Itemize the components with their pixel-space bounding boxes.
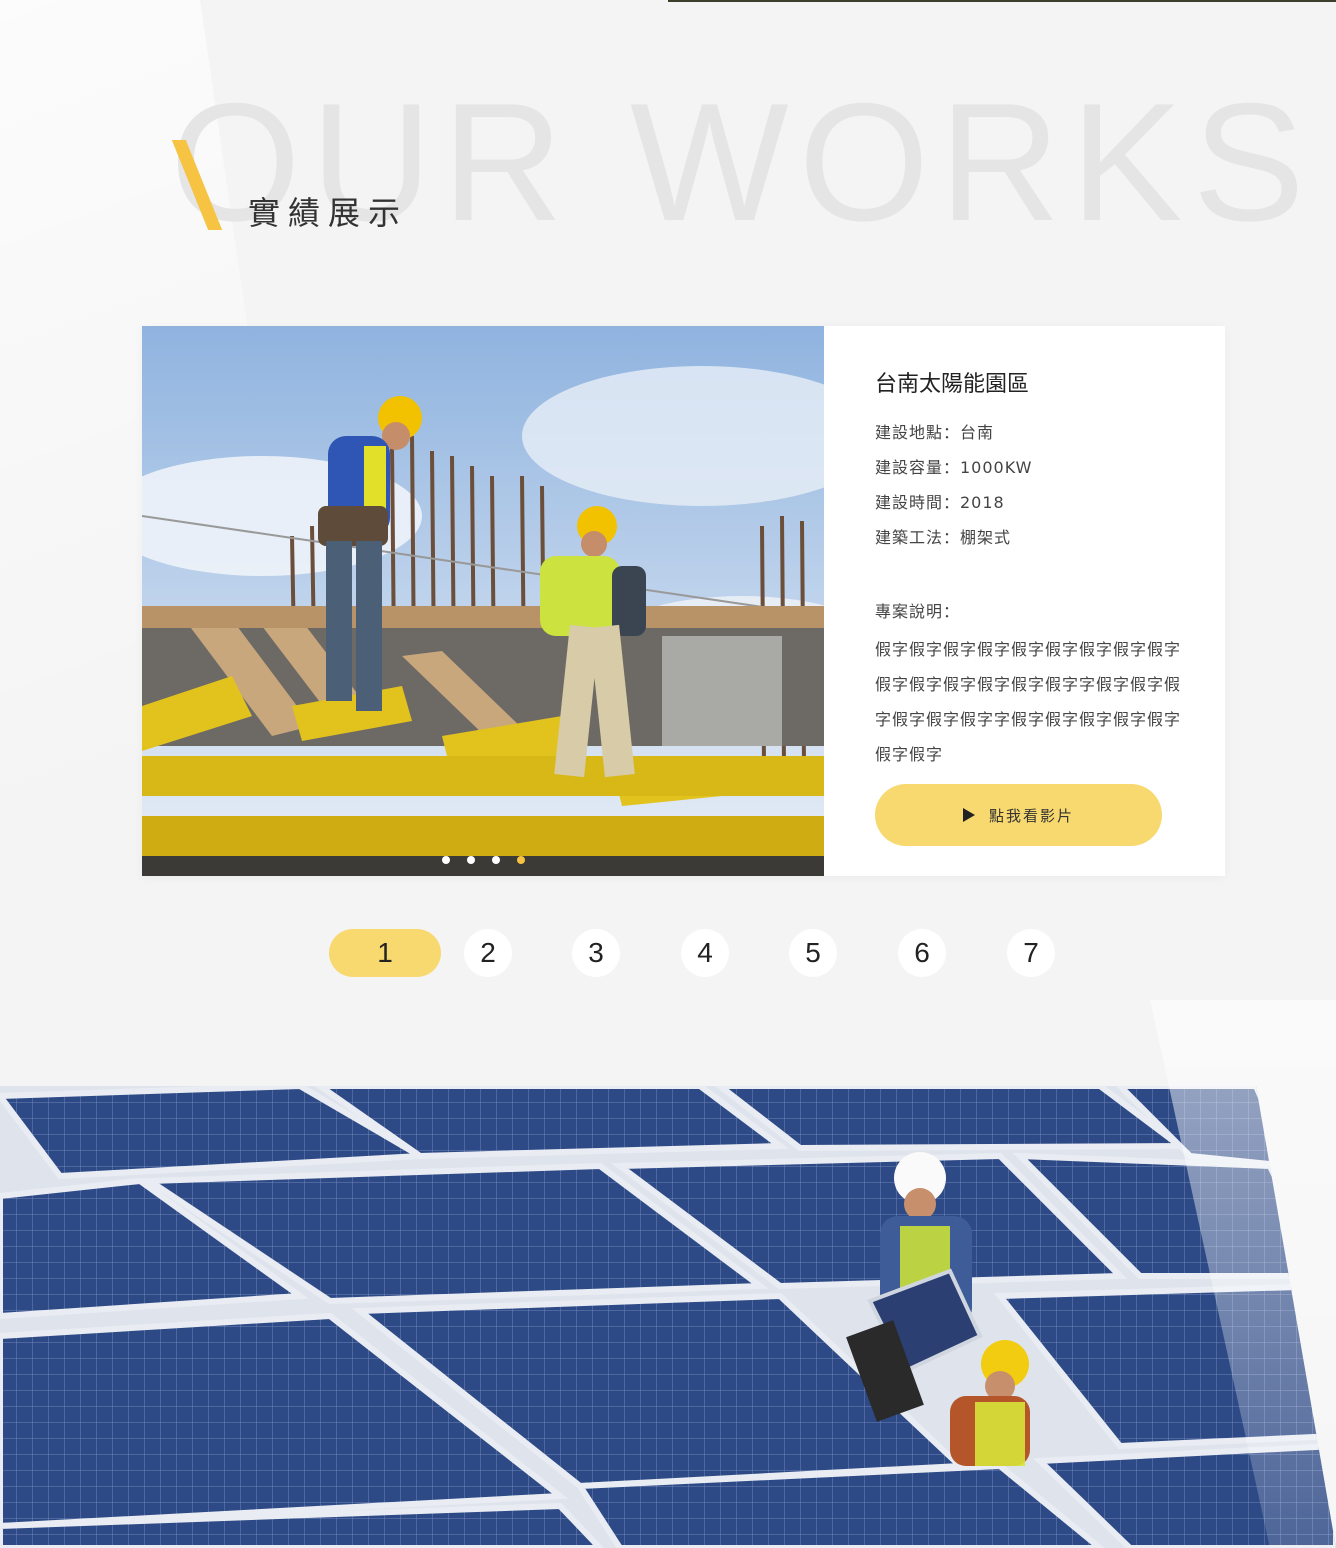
slider-dot-active[interactable] [516, 856, 525, 864]
meta-year: 建設時間：2018 [875, 493, 1005, 512]
play-icon [962, 808, 975, 822]
project-description: 假字假字假字假字假字假字假字假字假字假字假字假字假字假字假字字假字假字假字假字假… [875, 640, 1182, 764]
meta-capacity: 建設容量：1000KW [875, 458, 1033, 477]
meta-method: 建築工法：棚架式 [875, 528, 1012, 547]
top-divider-line [668, 0, 1336, 2]
page-1-button[interactable]: 1 [329, 929, 441, 977]
watch-video-label: 點我看影片 [988, 806, 1074, 825]
page-4-button[interactable]: 4 [681, 929, 729, 977]
page-7-button[interactable]: 7 [1007, 929, 1055, 977]
solar-panels-banner [0, 1086, 1336, 1548]
description-label: 專案說明： [875, 602, 961, 621]
slider-dot[interactable] [491, 856, 500, 864]
meta-location: 建設地點：台南 [875, 423, 995, 442]
project-meta: 建設地點：台南 建設容量：1000KW 建設時間：2018 建築工法：棚架式 [875, 422, 1032, 562]
page-3-button[interactable]: 3 [572, 929, 620, 977]
page-2-button[interactable]: 2 [464, 929, 512, 977]
slider-dot[interactable] [466, 856, 475, 864]
project-photo [142, 326, 824, 876]
page-6-button[interactable]: 6 [898, 929, 946, 977]
slider-dots [142, 856, 824, 866]
slider-dot[interactable] [441, 856, 450, 864]
page-5-button[interactable]: 5 [789, 929, 837, 977]
pagination: 1 2 3 4 5 6 7 [0, 929, 1336, 977]
watch-video-button[interactable]: 點我看影片 [875, 784, 1162, 846]
construction-workers-image [142, 326, 824, 876]
project-card: 台南太陽能園區 建設地點：台南 建設容量：1000KW 建設時間：2018 建築… [142, 326, 1225, 876]
section-title: 實績展示 [248, 194, 409, 232]
project-title: 台南太陽能園區 [875, 372, 1030, 397]
solar-panel-workers-image [0, 1086, 1336, 1548]
